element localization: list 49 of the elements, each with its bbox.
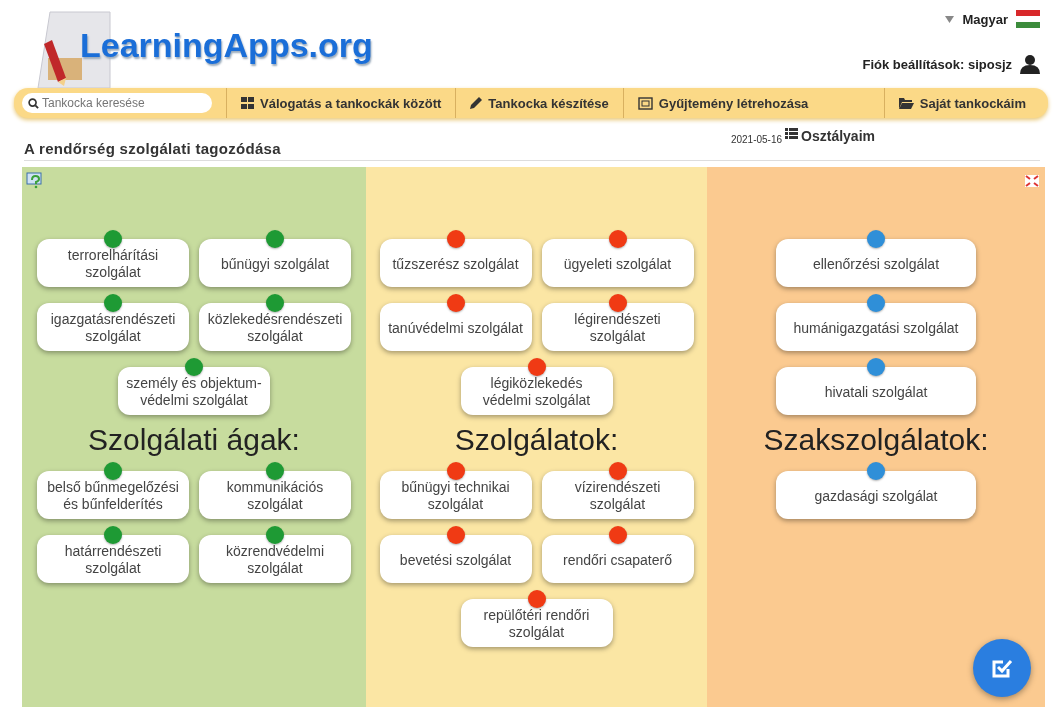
flag-icon <box>1016 10 1040 28</box>
language-selector[interactable]: Magyar <box>962 11 1008 27</box>
answer-card[interactable]: bevetési szolgálat <box>379 535 532 583</box>
answer-card[interactable]: gazdasági szolgálat <box>776 471 976 519</box>
category-heading: Szolgálatok: <box>453 423 620 457</box>
answer-card[interactable]: belső bűnmegelőzési és bűnfelderítés <box>37 471 189 519</box>
answer-card[interactable]: határrendészeti szolgálat <box>37 535 189 583</box>
answer-card[interactable]: közrendvédelmi szolgálat <box>199 535 351 583</box>
nav-link[interactable]: Tankocka készítése <box>455 88 623 118</box>
logo-text[interactable]: LearningApps.org <box>80 26 373 65</box>
answer-card[interactable]: humánigazgatási szolgálat <box>776 303 976 351</box>
caret-icon[interactable] <box>945 15 955 23</box>
activity-title: A rendőrség szolgálati tagozódása <box>24 140 281 159</box>
answer-card[interactable]: igazgatásrendészeti szolgálat <box>37 303 189 351</box>
answer-card[interactable]: ellenőrzési szolgálat <box>776 239 976 287</box>
answer-card[interactable]: vízirendészeti szolgálat <box>541 471 694 519</box>
grid-icon <box>241 97 254 109</box>
date-text: 2021-05-16 <box>730 134 783 145</box>
account-settings-link[interactable]: Fiók beállítások: siposjz <box>862 56 1012 72</box>
search-field[interactable]: Tankocka keresése <box>22 93 212 113</box>
answer-card[interactable]: bűnügyi technikai szolgálat <box>379 471 532 519</box>
answer-card[interactable]: repülőtéri rendőri szolgálat <box>460 599 613 647</box>
answer-card[interactable]: rendőri csapaterő <box>541 535 694 583</box>
list-icon[interactable] <box>785 128 799 139</box>
pencil-icon <box>470 97 483 109</box>
search-icon <box>28 98 39 109</box>
nav-link[interactable]: Saját tankockáim <box>883 88 1040 118</box>
fullscreen-icon[interactable] <box>1025 175 1039 187</box>
answer-card[interactable]: terrorelhárítási szolgálat <box>37 239 189 287</box>
category-heading: Szakszolgálatok: <box>762 423 990 457</box>
category-heading: Szolgálati ágak: <box>87 423 301 457</box>
frame-icon <box>637 96 653 110</box>
help-icon[interactable] <box>26 171 44 189</box>
answer-card[interactable]: személy és objektum-védelmi szolgálat <box>118 367 270 415</box>
answer-card[interactable]: tűzszerész szolgálat <box>379 239 532 287</box>
answer-card[interactable]: légirendészeti szolgálat <box>541 303 694 351</box>
answer-card[interactable]: légiközlekedés védelmi szolgálat <box>460 367 613 415</box>
checkbox-icon <box>991 657 1013 679</box>
answer-card[interactable]: bűnügyi szolgálat <box>199 239 351 287</box>
folder-icon <box>898 97 914 109</box>
answer-card[interactable]: közlekedésrendészeti szolgálat <box>199 303 351 351</box>
nav-link[interactable]: Gyűjtemény létrehozása <box>622 88 823 118</box>
answer-card[interactable]: hivatali szolgálat <box>776 367 976 415</box>
classes-link[interactable]: Osztályaim <box>801 128 875 144</box>
answer-card[interactable]: kommunikációs szolgálat <box>199 471 351 519</box>
nav-link[interactable]: Válogatás a tankockák között <box>226 88 456 118</box>
user-icon[interactable] <box>1020 54 1040 74</box>
answer-card[interactable]: ügyeleti szolgálat <box>541 239 694 287</box>
answer-card[interactable]: tanúvédelmi szolgálat <box>379 303 532 351</box>
